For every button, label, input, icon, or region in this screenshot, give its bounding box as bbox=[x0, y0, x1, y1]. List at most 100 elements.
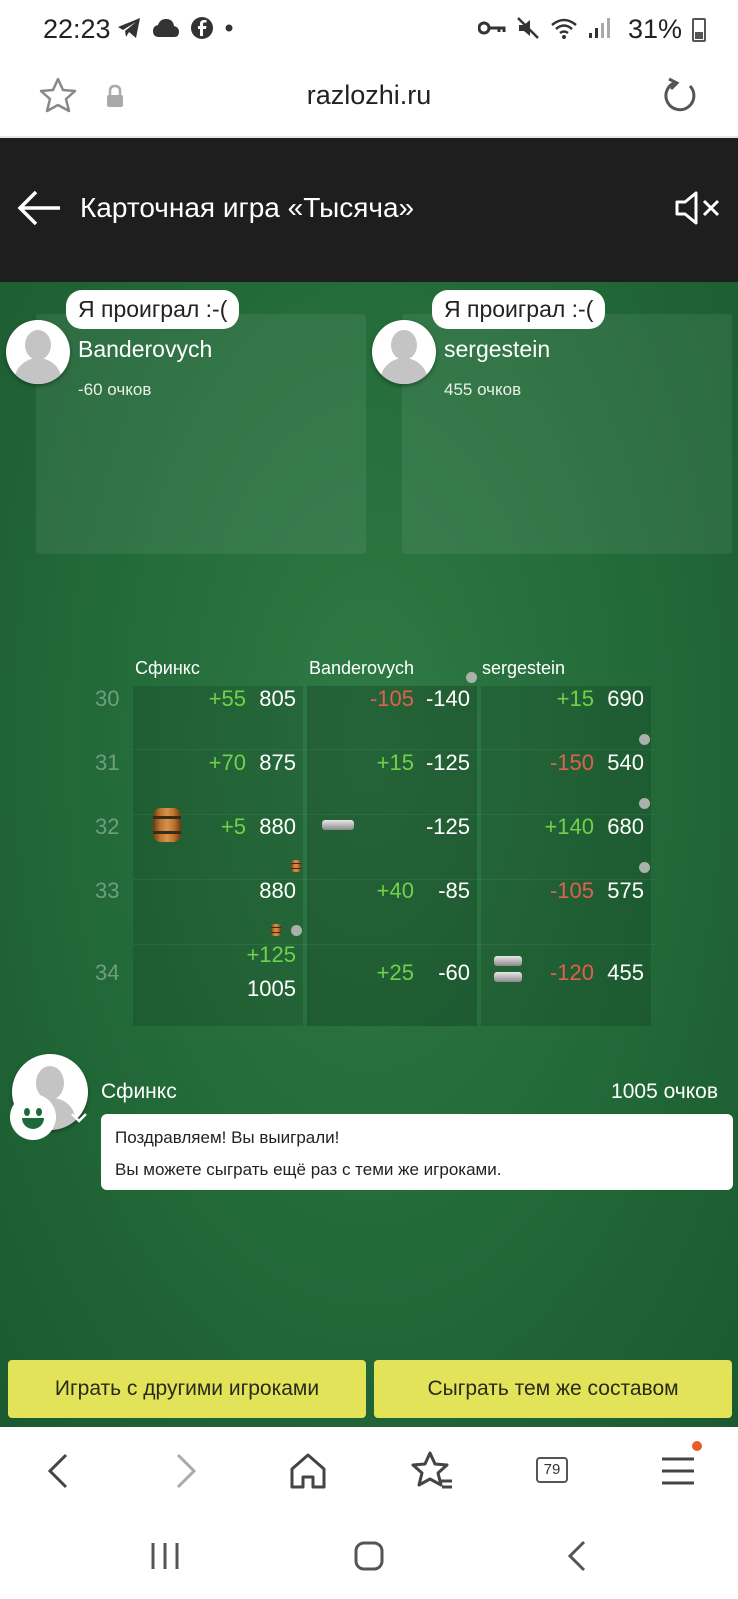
score-delta: +55 bbox=[208, 686, 246, 711]
score-total: -60 bbox=[438, 960, 470, 985]
dealer-dot-icon bbox=[639, 734, 650, 745]
score-delta: +140 bbox=[544, 814, 594, 839]
cloud-icon bbox=[153, 19, 179, 37]
status-bar: 22:23 31% bbox=[0, 0, 738, 60]
recent-apps-icon[interactable] bbox=[148, 1539, 182, 1573]
url-domain[interactable]: razlozhi.ru bbox=[0, 80, 738, 111]
result-line: Поздравляем! Вы выиграли! bbox=[115, 1128, 340, 1147]
facebook-icon bbox=[191, 17, 213, 39]
back-arrow-icon[interactable] bbox=[16, 188, 62, 228]
vpn-key-icon bbox=[478, 21, 506, 35]
bolt-icon bbox=[322, 820, 354, 830]
score-delta: +70 bbox=[208, 750, 246, 775]
round-number: 31 bbox=[95, 750, 120, 775]
player-score: 1005 очков bbox=[611, 1080, 718, 1103]
score-total: -125 bbox=[425, 750, 470, 775]
dealer-dot-icon bbox=[639, 798, 650, 809]
system-home-icon[interactable] bbox=[352, 1539, 386, 1573]
browser-forward-icon[interactable] bbox=[162, 1449, 206, 1493]
score-total: 455 bbox=[607, 960, 644, 985]
bookmarks-icon[interactable] bbox=[410, 1449, 454, 1493]
score-delta: -105 bbox=[369, 686, 414, 711]
score-delta: +25 bbox=[376, 960, 414, 985]
round-number: 30 bbox=[95, 686, 120, 711]
score-column-header: Banderovych bbox=[309, 658, 415, 678]
player-name: Сфинкс bbox=[101, 1080, 177, 1103]
score-delta: +125 bbox=[246, 942, 296, 967]
more-dot-icon bbox=[225, 24, 233, 32]
menu-icon[interactable] bbox=[656, 1449, 700, 1493]
notification-dot bbox=[692, 1441, 702, 1451]
opponent-name: sergestein bbox=[444, 336, 551, 362]
speech-bubble: Я проиграл :-( bbox=[66, 290, 240, 329]
score-delta: +40 bbox=[376, 878, 414, 903]
sound-off-icon[interactable] bbox=[674, 188, 722, 228]
emoji-smiley-icon[interactable] bbox=[10, 1094, 56, 1140]
notification-icons bbox=[116, 16, 234, 40]
battery-level: 31% bbox=[627, 14, 682, 44]
score-total: 540 bbox=[607, 750, 644, 775]
browser-bottom-bar: 79 bbox=[0, 1427, 738, 1517]
system-nav-bar bbox=[0, 1517, 738, 1599]
game-result-message: Поздравляем! Вы выиграли! Вы можете сыгр… bbox=[101, 1114, 733, 1190]
telegram-icon bbox=[118, 18, 140, 38]
score-delta: -105 bbox=[549, 878, 594, 903]
score-delta: -120 bbox=[549, 960, 594, 985]
score-delta: +15 bbox=[376, 750, 414, 775]
score-total: 680 bbox=[607, 814, 644, 839]
result-line: Вы можете сыграть ещё раз с теми же игро… bbox=[115, 1160, 502, 1179]
dealer-dot-icon bbox=[291, 925, 302, 936]
score-delta: -150 bbox=[549, 750, 594, 775]
round-number: 32 bbox=[95, 814, 120, 839]
score-total: 690 bbox=[607, 686, 644, 711]
status-time: 22:23 bbox=[43, 14, 111, 44]
tabs-count[interactable]: 79 bbox=[536, 1457, 568, 1483]
barrel-icon bbox=[271, 924, 281, 936]
system-back-icon[interactable] bbox=[562, 1539, 596, 1573]
home-icon[interactable] bbox=[286, 1449, 330, 1493]
play-same-players-button[interactable]: Сыграть тем же составом bbox=[374, 1360, 732, 1418]
avatar bbox=[6, 320, 70, 384]
game-table: Я проиграл :-( Banderovych -60 очков Я п… bbox=[0, 282, 738, 1427]
play-with-others-button[interactable]: Играть с другими игроками bbox=[8, 1360, 366, 1418]
score-total: 575 bbox=[607, 878, 644, 903]
avatar bbox=[372, 320, 436, 384]
browser-url-bar: razlozhi.ru bbox=[0, 60, 738, 138]
reload-icon[interactable] bbox=[660, 76, 700, 116]
battery-icon bbox=[692, 18, 706, 42]
round-number: 33 bbox=[95, 878, 120, 903]
score-total: 875 bbox=[259, 750, 296, 775]
score-total: 880 bbox=[259, 878, 296, 903]
wifi-icon bbox=[551, 18, 577, 39]
score-total: -85 bbox=[438, 878, 470, 903]
score-column bbox=[133, 686, 303, 1026]
barrel-icon bbox=[291, 860, 301, 872]
score-total: 805 bbox=[259, 686, 296, 711]
score-total: 1005 bbox=[247, 976, 296, 1001]
score-total: -125 bbox=[425, 814, 470, 839]
round-number: 34 bbox=[95, 960, 120, 985]
score-column-header: sergestein bbox=[482, 658, 566, 678]
row-divider bbox=[133, 944, 655, 945]
app-header: Карточная игра «Тысяча» bbox=[0, 138, 738, 282]
bolt-icon bbox=[494, 956, 522, 966]
score-total: 880 bbox=[259, 814, 296, 839]
browser-back-icon[interactable] bbox=[38, 1449, 82, 1493]
chevron-down-icon[interactable] bbox=[70, 1112, 88, 1124]
score-column-header: Сфинкс bbox=[135, 658, 200, 678]
signal-icon bbox=[589, 18, 610, 38]
barrel-icon bbox=[153, 808, 181, 842]
dealer-dot-icon bbox=[639, 862, 650, 873]
opponent-score: -60 очков bbox=[78, 380, 152, 399]
speech-bubble: Я проиграл :-( bbox=[432, 290, 606, 329]
page-title: Карточная игра «Тысяча» bbox=[80, 192, 415, 223]
system-icons bbox=[478, 16, 610, 40]
bolt-icon bbox=[494, 972, 522, 982]
opponent-name: Banderovych bbox=[78, 336, 213, 362]
opponent-score: 455 очков bbox=[444, 380, 522, 399]
score-total: -140 bbox=[425, 686, 470, 711]
score-delta: +5 bbox=[220, 814, 246, 839]
dealer-dot-icon bbox=[466, 672, 477, 683]
score-delta: +15 bbox=[556, 686, 594, 711]
mute-icon bbox=[517, 17, 539, 39]
